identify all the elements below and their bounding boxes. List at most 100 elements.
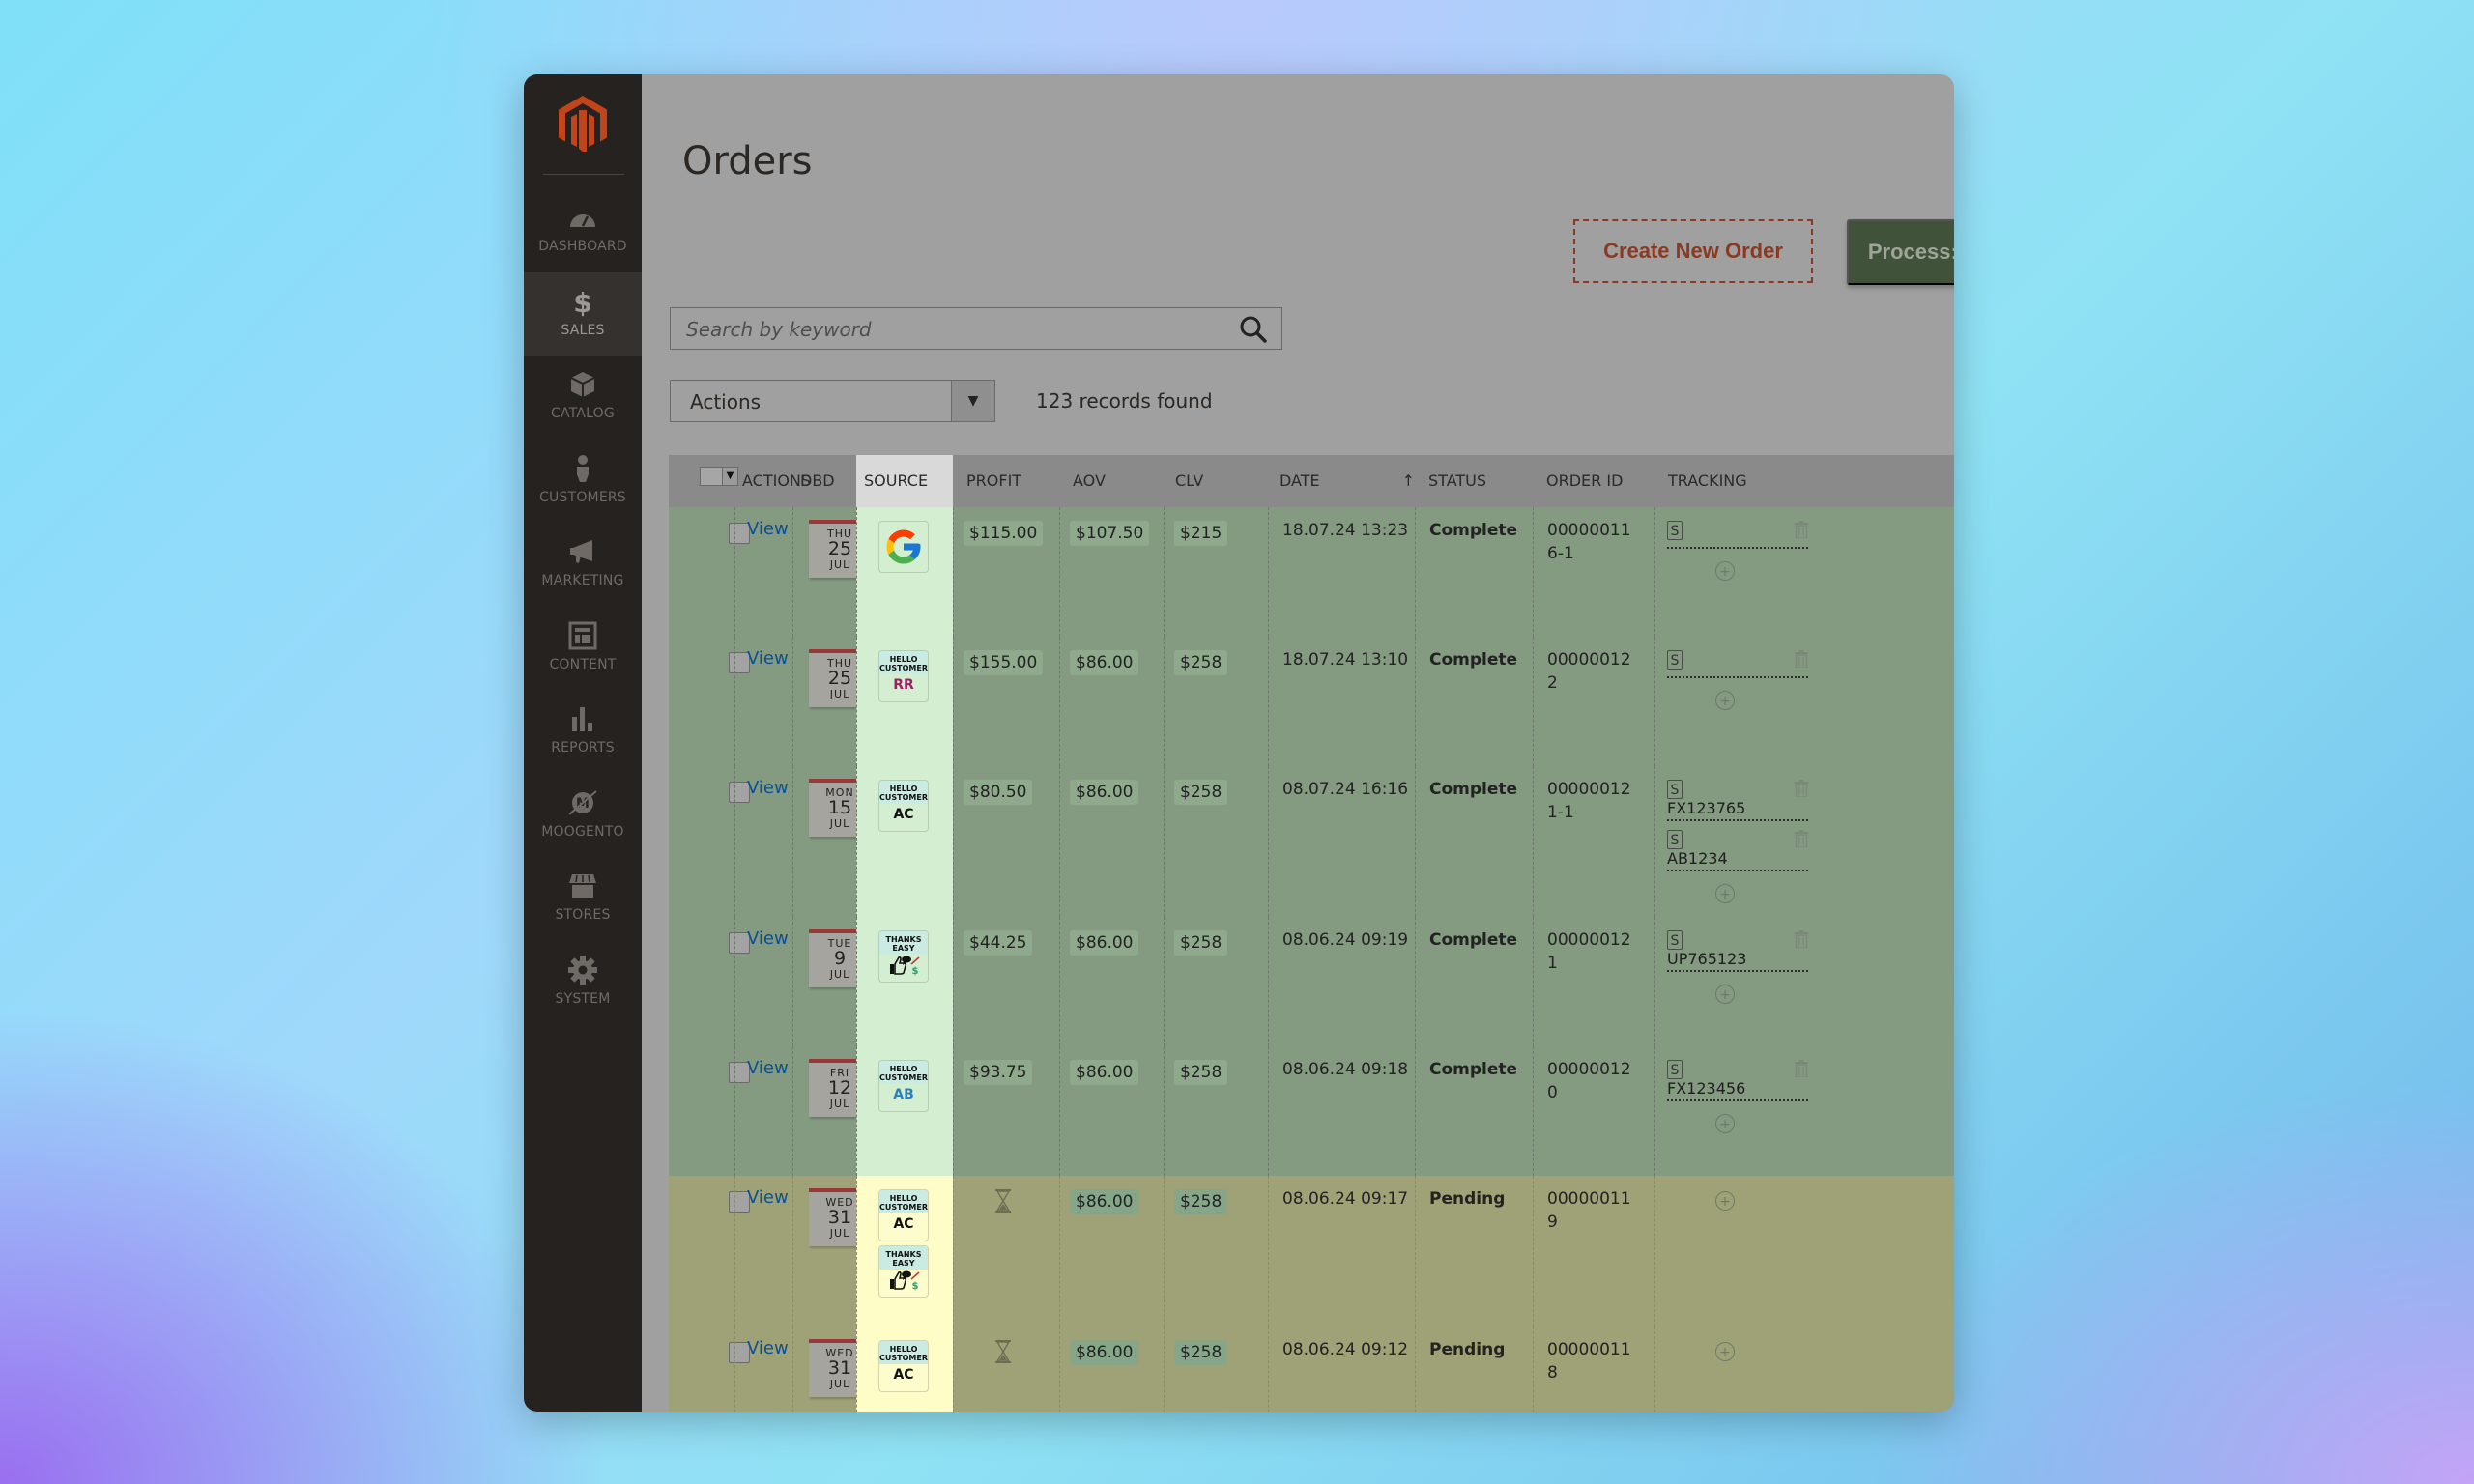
chevron-down-icon[interactable]: ▼ xyxy=(951,381,994,421)
cell-dbd: THU 25 JUL xyxy=(792,507,871,637)
table-row[interactable]: View FRI 12 JUL HELLO CUSTOMER AB $93.75 $… xyxy=(669,1046,1954,1176)
tracking-number[interactable]: FX123765 xyxy=(1667,799,1808,821)
sidebar-item-sales[interactable]: $ SALES xyxy=(524,271,642,356)
megaphone-icon xyxy=(570,540,592,563)
column-header-source[interactable]: SOURCE xyxy=(856,455,953,507)
table-row[interactable]: View THU 25 JUL $115.00 $107.50 $215 18.07.… xyxy=(669,507,1954,637)
order-id: 000000122 xyxy=(1547,650,1631,693)
carrier-icon[interactable]: S xyxy=(1667,521,1683,540)
cell-select xyxy=(669,1176,750,1327)
column-header-dbd[interactable]: DBD xyxy=(792,455,856,507)
main-content: Orders Create New Order Process: CSV Act… xyxy=(642,74,1954,1412)
source-badge-code: AC xyxy=(893,807,914,822)
add-tracking-icon[interactable]: + xyxy=(1715,884,1735,903)
table-row[interactable]: View TUE 9 JUL THANKS EASY $ $44.25 $86.0… xyxy=(669,917,1954,1046)
column-header-date[interactable]: DATE ↑ xyxy=(1272,455,1421,507)
cell-status: Pending xyxy=(1415,1176,1533,1327)
view-order-link[interactable]: View xyxy=(747,519,789,539)
profit-value: $115.00 xyxy=(964,521,1044,546)
cell-dbd: WED 31 JUL xyxy=(792,1327,871,1412)
column-header-order-id[interactable]: ORDER ID xyxy=(1539,455,1660,507)
aov-value: $86.00 xyxy=(1070,1060,1139,1085)
page-title: Orders xyxy=(682,138,813,184)
cell-tracking: S + xyxy=(1654,507,1954,637)
column-header-profit[interactable]: PROFIT xyxy=(959,455,1061,507)
sidebar-item-marketing[interactable]: MARKETING xyxy=(524,523,642,606)
source-badge-code: RR xyxy=(893,677,914,693)
table-row[interactable]: View WED 31 JUL HELLO CUSTOMER AC $86.00… xyxy=(669,1327,1954,1412)
source-badge-title: HELLO CUSTOMER xyxy=(879,1190,928,1213)
cell-clv: $258 xyxy=(1164,766,1268,917)
column-header-status[interactable]: STATUS xyxy=(1421,455,1539,507)
select-all-checkbox[interactable]: ▼ xyxy=(700,467,738,486)
tracking-number[interactable] xyxy=(1667,670,1808,678)
column-header-aov[interactable]: AOV xyxy=(1065,455,1167,507)
search-input[interactable] xyxy=(684,308,1210,351)
view-order-link[interactable]: View xyxy=(747,1058,789,1078)
view-order-link[interactable]: View xyxy=(747,778,789,798)
sidebar-item-dashboard[interactable]: DASHBOARD xyxy=(524,188,642,271)
add-tracking-icon[interactable]: + xyxy=(1715,691,1735,710)
column-header-tracking[interactable]: TRACKING xyxy=(1660,455,1825,507)
cell-aov: $86.00 xyxy=(1059,917,1164,1046)
add-tracking-icon[interactable]: + xyxy=(1715,985,1735,1004)
view-order-link[interactable]: View xyxy=(747,648,789,669)
cell-order: 000000119 xyxy=(1533,1176,1654,1327)
view-order-link[interactable]: View xyxy=(747,1338,789,1358)
trash-icon[interactable] xyxy=(1795,521,1808,538)
tracking-number[interactable]: UP765123 xyxy=(1667,950,1808,972)
column-header-clv[interactable]: CLV xyxy=(1167,455,1270,507)
trash-icon[interactable] xyxy=(1795,780,1808,797)
trash-icon[interactable] xyxy=(1795,650,1808,668)
sidebar-item-catalog[interactable]: CATALOG xyxy=(524,356,642,439)
cell-dbd: MON 15 JUL xyxy=(792,766,871,917)
view-order-link[interactable]: View xyxy=(747,928,789,949)
trash-icon[interactable] xyxy=(1795,1060,1808,1077)
sidebar-item-reports[interactable]: REPORTS xyxy=(524,690,642,773)
cell-aov: $86.00 xyxy=(1059,766,1164,917)
trash-icon[interactable] xyxy=(1795,830,1808,847)
tracking-number[interactable] xyxy=(1667,540,1808,549)
profit-value: $80.50 xyxy=(964,780,1033,805)
carrier-icon[interactable]: S xyxy=(1667,650,1683,670)
process-csv-button[interactable]: Process: CSV xyxy=(1847,219,1954,285)
table-row[interactable]: View THU 25 JUL HELLO CUSTOMER RR $155.00… xyxy=(669,637,1954,766)
carrier-icon[interactable]: S xyxy=(1667,930,1683,950)
table-row[interactable]: View WED 31 JUL HELLO CUSTOMER AC THANKS… xyxy=(669,1176,1954,1327)
sidebar-item-customers[interactable]: CUSTOMERS xyxy=(524,440,642,523)
cell-order: 000000118 xyxy=(1533,1327,1654,1412)
add-tracking-icon[interactable]: + xyxy=(1715,1191,1735,1211)
table-row[interactable]: View MON 15 JUL HELLO CUSTOMER AC $80.50 $… xyxy=(669,766,1954,917)
create-new-order-button[interactable]: Create New Order xyxy=(1573,219,1813,283)
cell-actions: View xyxy=(734,507,792,637)
view-order-link[interactable]: View xyxy=(747,1187,789,1208)
sidebar-item-stores[interactable]: STORES xyxy=(524,857,642,940)
sidebar-item-moogento[interactable]: M MOOGENTO xyxy=(524,774,642,857)
add-tracking-icon[interactable]: + xyxy=(1715,1342,1735,1361)
trash-icon[interactable] xyxy=(1795,930,1808,948)
carrier-icon[interactable]: S xyxy=(1667,780,1683,799)
profit-value: $44.25 xyxy=(964,930,1033,956)
add-tracking-icon[interactable]: + xyxy=(1715,561,1735,581)
source-badge-google xyxy=(878,521,929,573)
column-header-actions[interactable]: ACTIONS xyxy=(734,455,811,507)
sidebar-item-system[interactable]: SYSTEM xyxy=(524,941,642,1024)
carrier-icon[interactable]: S xyxy=(1667,830,1683,849)
tracking-entry: S FX123765 xyxy=(1667,780,1808,821)
search-icon[interactable] xyxy=(1239,315,1268,344)
cell-order: 000000116-1 xyxy=(1533,507,1654,637)
cell-select xyxy=(669,917,750,1046)
carrier-icon[interactable]: S xyxy=(1667,1060,1683,1079)
sidebar-item-label: REPORTS xyxy=(551,740,615,756)
tracking-number[interactable]: AB1234 xyxy=(1667,849,1808,871)
order-status: Pending xyxy=(1429,1189,1506,1209)
add-tracking-icon[interactable]: + xyxy=(1715,1114,1735,1133)
magento-logo-icon[interactable] xyxy=(559,96,607,152)
mass-actions-select[interactable]: Actions ▼ xyxy=(670,380,995,422)
order-date: 08.06.24 09:18 xyxy=(1282,1060,1409,1079)
sort-ascending-icon[interactable]: ↑ xyxy=(1402,455,1415,507)
tracking-number[interactable]: FX123456 xyxy=(1667,1079,1808,1101)
sidebar-item-label: CONTENT xyxy=(549,656,617,672)
cell-actions: View xyxy=(734,1327,792,1412)
sidebar-item-content[interactable]: CONTENT xyxy=(524,607,642,690)
